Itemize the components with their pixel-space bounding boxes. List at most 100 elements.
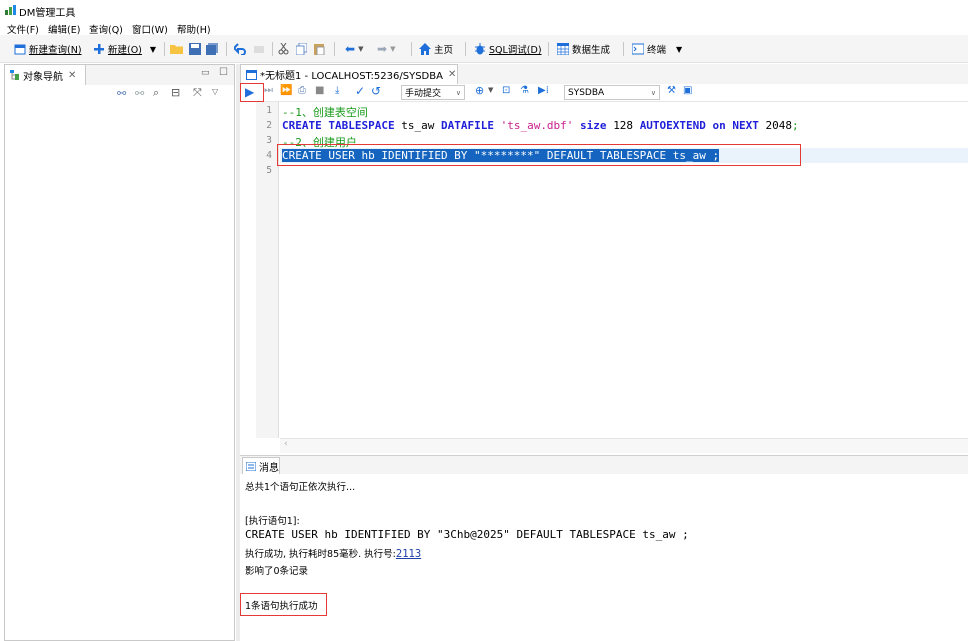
explain-icon[interactable]: ⏩ xyxy=(280,85,292,96)
line-number: 3 xyxy=(266,135,272,146)
new-query-icon xyxy=(14,44,26,55)
code-line-1: --1、创建表空间 xyxy=(282,104,368,120)
message-output: 总共1个语句正依次执行... [执行语句1]: CREATE USER hb I… xyxy=(240,474,968,641)
commit-mode-value: 手动提交 xyxy=(405,89,442,99)
new-button[interactable]: 新建(O) ▼ xyxy=(93,41,156,57)
menu-window[interactable]: 窗口(W) xyxy=(132,22,168,36)
statement-highlight-box xyxy=(277,144,801,166)
panel-icon[interactable]: ▣ xyxy=(683,85,692,96)
line-numbers: 1 2 3 4 5 xyxy=(256,102,279,438)
tab-messages[interactable]: 消息 xyxy=(242,457,280,475)
undo-icon[interactable] xyxy=(234,43,247,55)
wand-icon[interactable]: ⚒ xyxy=(667,85,676,96)
maximize-icon[interactable]: ☐ xyxy=(219,67,228,78)
minimize-icon[interactable]: ▭ xyxy=(201,68,210,78)
data-generation-label: 数据生成 xyxy=(572,45,611,56)
plan-icon[interactable]: ⊡ xyxy=(502,85,510,96)
execute-step-icon[interactable]: ⏭ xyxy=(264,85,273,96)
rollback-icon[interactable]: ↺ xyxy=(371,84,381,98)
save-icon[interactable] xyxy=(189,43,201,55)
editor-toolbar: ▶ ⏭ ⏩ ⎙ ■ ⤓ ✓ ↺ 手动提交 ∨ ⊕ ▼ ⊡ ⚗ ▶⁞ SYSDBA… xyxy=(240,84,968,102)
arrow-left-icon: ⬅ xyxy=(345,42,356,56)
home-label: 主页 xyxy=(434,45,454,56)
run-script-icon[interactable]: ⎙ xyxy=(298,85,306,96)
navigator-tab-label: 对象导航 xyxy=(23,71,63,83)
toolbar-divider xyxy=(226,42,227,56)
message-exec-header: [执行语句1]: xyxy=(245,516,300,527)
data-generation-button[interactable]: 数据生成 xyxy=(557,41,610,57)
toolbar-divider xyxy=(164,42,165,56)
tab-object-navigator[interactable]: 对象导航 ✕ xyxy=(5,65,86,85)
disconnect-icon[interactable]: ⚯ xyxy=(135,87,144,100)
terminal-button[interactable]: 终端 ▼ xyxy=(632,41,682,57)
message-affected: 影响了0条记录 xyxy=(245,566,309,577)
toolbar-divider xyxy=(272,42,273,56)
arrow-right-icon: ➡ xyxy=(377,42,388,56)
open-folder-icon[interactable] xyxy=(170,43,183,55)
object-navigator-panel xyxy=(4,64,235,641)
commit-icon[interactable]: ✓ xyxy=(355,84,365,98)
code-token: size xyxy=(573,119,614,132)
new-query-label: 新建查询(N) xyxy=(29,45,82,56)
chevron-down-icon: ∨ xyxy=(650,88,656,97)
message-line: 总共1个语句正依次执行... xyxy=(245,482,356,493)
chevron-down-icon[interactable]: ▼ xyxy=(150,45,156,54)
home-button[interactable]: 主页 xyxy=(419,41,453,57)
terminal-label: 终端 xyxy=(647,45,667,56)
save-all-icon[interactable] xyxy=(206,43,218,55)
horizontal-scrollbar[interactable]: ‹ xyxy=(280,438,968,453)
connect-icon[interactable]: ⚯ xyxy=(117,87,126,100)
menu-edit[interactable]: 编辑(E) xyxy=(48,22,80,36)
cut-icon[interactable] xyxy=(278,43,289,55)
back-button[interactable]: ⬅ ▼ xyxy=(345,41,363,57)
grid-icon xyxy=(557,43,569,55)
code-token: 'ts_aw.dbf' xyxy=(500,119,574,132)
toolbar-divider xyxy=(334,42,335,56)
terminal-icon xyxy=(632,43,644,55)
close-icon[interactable]: ✕ xyxy=(448,69,456,80)
editor-gutter xyxy=(242,102,256,438)
schema-value: SYSDBA xyxy=(568,87,605,98)
paste-icon[interactable] xyxy=(314,43,325,55)
chevron-down-icon: ∨ xyxy=(455,88,461,97)
chevron-down-icon[interactable]: ▼ xyxy=(488,86,493,94)
toolbar-divider xyxy=(465,42,466,56)
new-query-button[interactable]: 新建查询(N) xyxy=(14,41,82,57)
sql-file-icon xyxy=(246,69,257,80)
redo-icon xyxy=(254,46,264,53)
code-line-2: CREATE TABLESPACE ts_aw DATAFILE 'ts_aw.… xyxy=(282,119,799,132)
debug-step-icon[interactable]: ▶⁞ xyxy=(538,85,549,96)
collapse-icon[interactable]: ⊟ xyxy=(171,86,180,99)
sql-debug-button[interactable]: SQL调试(D) xyxy=(474,41,542,57)
expand-icon[interactable]: ⤧ xyxy=(193,86,202,100)
search-icon[interactable]: ⌕ xyxy=(153,86,159,100)
code-token: ; xyxy=(792,119,799,132)
copy-icon[interactable] xyxy=(296,43,307,55)
menu-help[interactable]: 帮助(H) xyxy=(177,22,211,36)
schema-select[interactable]: SYSDBA ∨ xyxy=(564,85,660,100)
code-token: AUTOEXTEND on NEXT xyxy=(639,119,766,132)
commit-mode-select[interactable]: 手动提交 ∨ xyxy=(401,85,465,100)
format-icon[interactable]: ⤓ xyxy=(335,85,339,96)
app-title: DM管理工具 xyxy=(19,8,76,19)
statistics-icon[interactable]: ⚗ xyxy=(520,85,529,96)
line-number: 2 xyxy=(266,120,272,131)
main-toolbar: 新建查询(N) 新建(O) ▼ ⬅ ▼ ➡ ▼ 主页 SQL调试(D) 数据生成 终… xyxy=(0,35,968,63)
tab-untitled-query[interactable]: *无标题1 - LOCALHOST:5236/SYSDBA ✕ xyxy=(240,64,458,84)
toolbar-divider xyxy=(548,42,549,56)
menu-query[interactable]: 查询(Q) xyxy=(89,22,123,36)
scroll-left-icon[interactable]: ‹ xyxy=(284,439,288,449)
stop-icon[interactable]: ■ xyxy=(315,85,324,96)
forward-button[interactable]: ➡ ▼ xyxy=(377,41,395,57)
line-number: 5 xyxy=(266,165,272,176)
navigator-tab-bar: 对象导航 ✕ ▭ ☐ xyxy=(5,65,234,86)
menu-file[interactable]: 文件(F) xyxy=(7,22,39,36)
chevron-down-icon[interactable]: ▽ xyxy=(212,87,218,96)
globe-icon[interactable]: ⊕ xyxy=(475,84,484,97)
exec-number-link[interactable]: 2113 xyxy=(396,548,421,560)
chevron-down-icon[interactable]: ▼ xyxy=(676,45,682,54)
menu-bar: 文件(F) 编辑(E) 查询(Q) 窗口(W) 帮助(H) xyxy=(0,20,968,36)
close-icon[interactable]: ✕ xyxy=(68,70,76,81)
summary-highlight-box xyxy=(240,593,327,616)
toolbar-divider xyxy=(623,42,624,56)
